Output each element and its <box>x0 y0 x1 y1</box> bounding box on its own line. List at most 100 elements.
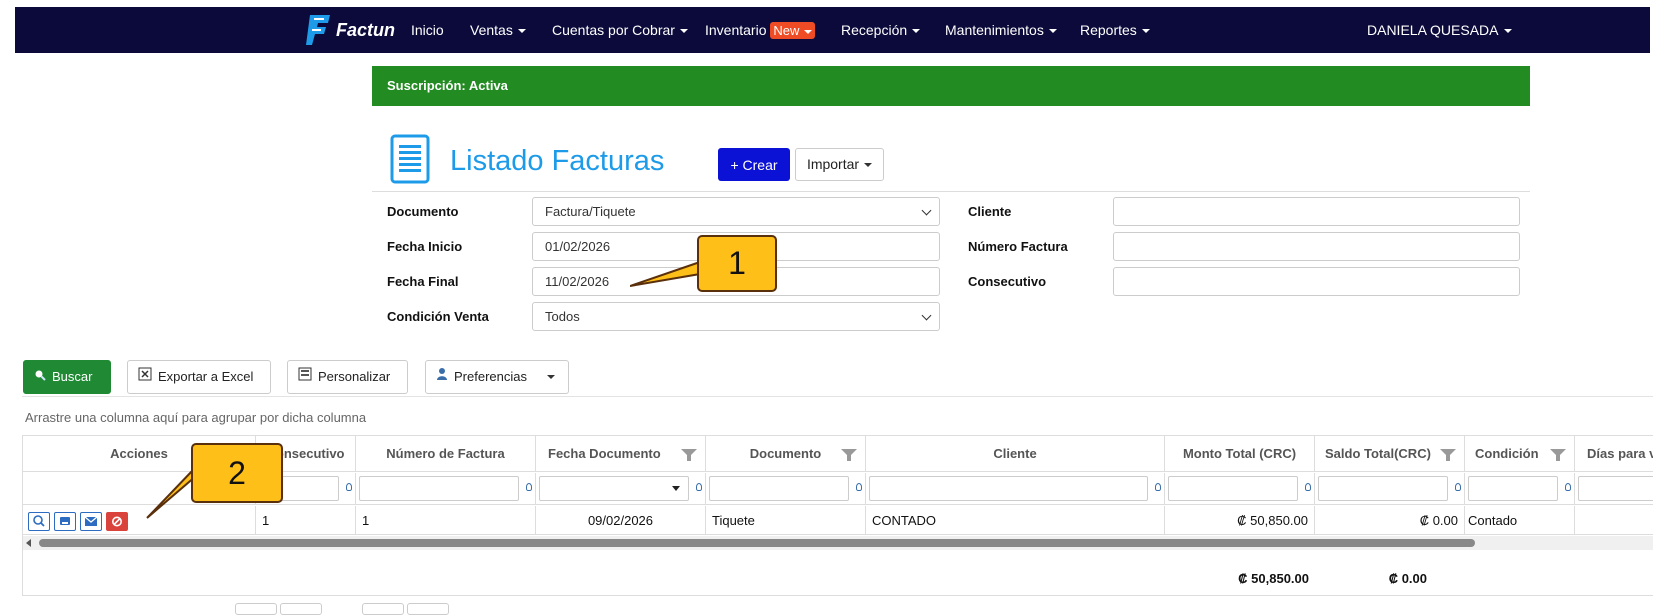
zoom-icon[interactable] <box>28 512 50 531</box>
cell-consecutivo: 1 <box>256 506 356 535</box>
col-header-documento[interactable]: Documento <box>706 436 866 472</box>
filter-input[interactable] <box>1468 476 1558 501</box>
filter-cell-documento <box>706 473 866 505</box>
cell-cliente: CONTADO <box>866 506 1165 535</box>
filter-icon[interactable] <box>1305 483 1311 491</box>
filter-cell-fecha-documento <box>536 473 706 505</box>
filter-icon[interactable] <box>696 483 702 491</box>
filter-input[interactable] <box>1168 476 1298 501</box>
nav-cuentas-por-cobrar[interactable]: Cuentas por Cobrar <box>552 7 688 53</box>
chevron-down-icon <box>672 486 680 491</box>
consecutivo-input[interactable] <box>1113 267 1520 296</box>
customize-button[interactable]: Personalizar <box>287 360 408 394</box>
col-header-dias[interactable]: Días para v <box>1575 436 1653 472</box>
nav-mantenimientos[interactable]: Mantenimientos <box>945 7 1057 53</box>
cell-condicion: Contado <box>1465 506 1575 535</box>
filter-input[interactable] <box>1578 476 1653 501</box>
import-dropdown-button[interactable]: Importar <box>795 148 884 181</box>
nav-ventas[interactable]: Ventas <box>470 7 526 53</box>
cell-saldo-total: ₡ 0.00 <box>1315 506 1465 535</box>
nav-inventario[interactable]: Inventario New <box>705 7 816 53</box>
preferences-dropdown-button[interactable]: Preferencias <box>425 360 569 394</box>
pager-button[interactable] <box>235 603 277 615</box>
email-icon[interactable] <box>80 512 102 531</box>
list-document-icon <box>390 134 430 184</box>
col-header-numero-factura[interactable]: Número de Factura <box>356 436 536 472</box>
horizontal-scrollbar[interactable] <box>23 536 1653 550</box>
filter-funnel-icon[interactable] <box>681 449 697 461</box>
condicion-venta-select[interactable]: Todos <box>532 302 940 331</box>
subscription-banner: Suscripción: Activa <box>372 66 1530 106</box>
numero-factura-label: Número Factura <box>968 239 1068 254</box>
new-badge: New <box>770 22 816 39</box>
brand-logo[interactable]: Factun <box>306 13 395 47</box>
export-excel-button[interactable]: Exportar a Excel <box>127 360 271 394</box>
consecutivo-label: Consecutivo <box>968 274 1047 289</box>
filter-input[interactable] <box>1318 476 1448 501</box>
col-header-cliente[interactable]: Cliente <box>866 436 1165 472</box>
filter-date-dropdown[interactable] <box>539 476 689 501</box>
filter-funnel-icon[interactable] <box>841 449 857 461</box>
total-saldo: ₡ 0.00 <box>1388 571 1427 586</box>
nav-inicio[interactable]: Inicio <box>411 7 444 53</box>
callout-1: 1 <box>697 235 777 292</box>
pager-button[interactable] <box>280 603 322 615</box>
total-monto: ₡ 50,850.00 <box>1238 571 1309 586</box>
filter-cell-condicion <box>1465 473 1575 505</box>
print-icon[interactable] <box>54 512 76 531</box>
numero-factura-input[interactable] <box>1113 232 1520 261</box>
filter-icon[interactable] <box>1565 483 1571 491</box>
page-title: Listado Facturas <box>450 145 665 177</box>
filter-icon[interactable] <box>526 483 532 491</box>
documento-label: Documento <box>387 204 459 219</box>
fecha-final-label: Fecha Final <box>387 274 459 289</box>
filter-input[interactable] <box>359 476 519 501</box>
filter-cell-cliente <box>866 473 1165 505</box>
create-button[interactable]: + Crear <box>718 148 790 181</box>
filter-funnel-icon[interactable] <box>1440 449 1456 461</box>
nav-recepcion[interactable]: Recepción <box>841 7 920 53</box>
filter-icon[interactable] <box>1455 483 1461 491</box>
user-menu[interactable]: DANIELA QUESADA <box>1367 7 1512 53</box>
divider <box>23 595 1653 596</box>
user-icon <box>436 361 448 393</box>
brand-name: Factun <box>336 19 396 40</box>
filter-icon[interactable] <box>856 483 862 491</box>
factun-logo-icon <box>306 13 332 47</box>
cell-dias <box>1575 506 1653 535</box>
col-header-fecha-documento[interactable]: Fecha Documento <box>536 436 706 472</box>
filter-cell-numero-factura <box>356 473 536 505</box>
chevron-down-icon <box>546 375 555 379</box>
nav-reportes[interactable]: Reportes <box>1080 7 1150 53</box>
filter-cell-dias <box>1575 473 1653 505</box>
col-header-monto-total[interactable]: Monto Total (CRC) <box>1165 436 1315 472</box>
filter-icon[interactable] <box>1155 483 1161 491</box>
cell-fecha-documento: 09/02/2026 <box>536 506 706 535</box>
search-icon <box>34 361 46 393</box>
search-button[interactable]: Buscar <box>23 360 111 394</box>
filter-funnel-icon[interactable] <box>1550 449 1566 461</box>
pager-button[interactable] <box>362 603 404 615</box>
filter-cell-saldo-total <box>1315 473 1465 505</box>
cancel-icon[interactable] <box>106 512 128 531</box>
scrollbar-thumb[interactable] <box>39 539 1475 547</box>
cell-documento: Tiquete <box>706 506 866 535</box>
scroll-left-arrow-icon[interactable] <box>26 539 31 547</box>
callout-2: 2 <box>191 443 283 503</box>
documento-select[interactable]: Factura/Tiquete <box>532 197 940 226</box>
filter-input[interactable] <box>709 476 849 501</box>
pager-button[interactable] <box>407 603 449 615</box>
divider <box>372 191 1530 192</box>
cliente-input[interactable] <box>1113 197 1520 226</box>
filter-input[interactable] <box>869 476 1148 501</box>
fecha-inicio-label: Fecha Inicio <box>387 239 463 254</box>
top-navbar: Factun Inicio Ventas Cuentas por Cobrar … <box>15 7 1650 53</box>
excel-icon <box>138 361 152 393</box>
cliente-label: Cliente <box>968 204 1012 219</box>
filter-icon[interactable] <box>346 483 352 491</box>
col-header-condicion[interactable]: Condición <box>1465 436 1575 472</box>
divider <box>22 396 1653 397</box>
cell-numero-factura: 1 <box>356 506 536 535</box>
col-header-saldo-total[interactable]: Saldo Total(CRC) <box>1315 436 1465 472</box>
customize-icon <box>298 361 312 393</box>
